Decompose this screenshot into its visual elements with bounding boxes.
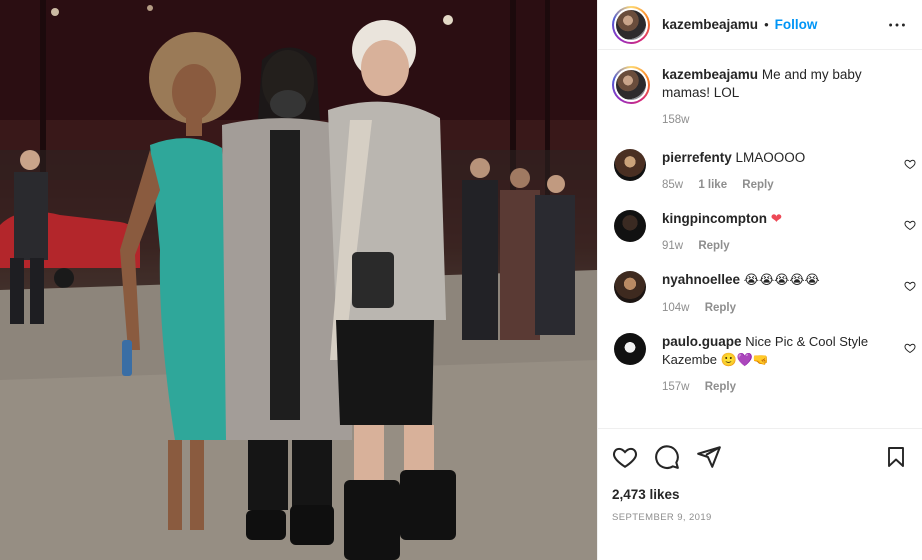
- paper-plane-icon[interactable]: [696, 444, 722, 470]
- reply-button[interactable]: Reply: [705, 381, 736, 393]
- post-date[interactable]: September 9, 2019: [612, 512, 908, 523]
- commenter-avatar[interactable]: [614, 210, 646, 242]
- photo-scene: [0, 0, 597, 560]
- comment-like-heart-icon[interactable]: [904, 341, 916, 359]
- likes-count[interactable]: 2,473 likes: [612, 487, 908, 502]
- post-actions: 2,473 likes September 9, 2019: [598, 428, 922, 560]
- follow-button[interactable]: Follow: [775, 17, 818, 32]
- comment-text: LMAOOOO: [735, 150, 806, 165]
- action-icon-row: [612, 443, 908, 471]
- commenter-username[interactable]: kingpincompton: [662, 211, 767, 226]
- post-photo[interactable]: [0, 0, 597, 560]
- comment-age[interactable]: 85w: [662, 179, 683, 191]
- caption-username[interactable]: kazembeajamu: [662, 67, 758, 82]
- comment-age[interactable]: 104w: [662, 302, 690, 314]
- commenter-username[interactable]: pierrefenty: [662, 150, 732, 165]
- author-username[interactable]: kazembeajamu: [662, 17, 758, 32]
- comment-age[interactable]: 157w: [662, 381, 690, 393]
- comment-icon[interactable]: [654, 444, 680, 470]
- reply-button[interactable]: Reply: [742, 179, 773, 191]
- comment-text: 😭😭😭😭😭: [743, 273, 820, 288]
- more-options-icon[interactable]: [886, 14, 908, 36]
- author-avatar[interactable]: [612, 5, 650, 44]
- reply-button[interactable]: Reply: [705, 302, 736, 314]
- comment-like-heart-icon[interactable]: [904, 218, 916, 236]
- comment-item: nyahnoellee 😭😭😭😭😭 104w Reply: [612, 271, 916, 317]
- comment-like-heart-icon[interactable]: [904, 157, 916, 175]
- comment-item: kingpincompton ❤ 91w Reply: [612, 210, 916, 255]
- comment-age[interactable]: 91w: [662, 240, 683, 252]
- comment-like-count[interactable]: 1 like: [698, 179, 727, 191]
- bookmark-icon[interactable]: [884, 445, 908, 469]
- comment-item: pierrefenty LMAOOOO 85w 1 like Reply: [612, 149, 916, 194]
- comment-like-heart-icon[interactable]: [904, 279, 916, 297]
- post-header: kazembeajamu • Follow: [598, 0, 922, 50]
- commenter-username[interactable]: nyahnoellee: [662, 272, 740, 287]
- post-details-panel: kazembeajamu • Follow kazembeajamu Me an…: [597, 0, 922, 560]
- commenter-avatar[interactable]: [614, 271, 646, 303]
- post-caption: kazembeajamu Me and my baby mamas! LOL 1…: [612, 66, 908, 129]
- commenter-avatar[interactable]: [614, 149, 646, 181]
- comment-item: paulo.guape Nice Pic & Cool Style Kazemb…: [612, 333, 916, 396]
- caption-avatar[interactable]: [612, 66, 650, 104]
- heart-icon[interactable]: [612, 444, 638, 470]
- comment-text: ❤: [770, 211, 783, 226]
- comments-list[interactable]: kazembeajamu Me and my baby mamas! LOL 1…: [598, 50, 922, 428]
- commenter-username[interactable]: paulo.guape: [662, 334, 742, 349]
- reply-button[interactable]: Reply: [698, 240, 729, 252]
- header-separator: •: [764, 17, 769, 32]
- caption-age[interactable]: 158w: [662, 114, 690, 126]
- commenter-avatar[interactable]: [614, 333, 646, 365]
